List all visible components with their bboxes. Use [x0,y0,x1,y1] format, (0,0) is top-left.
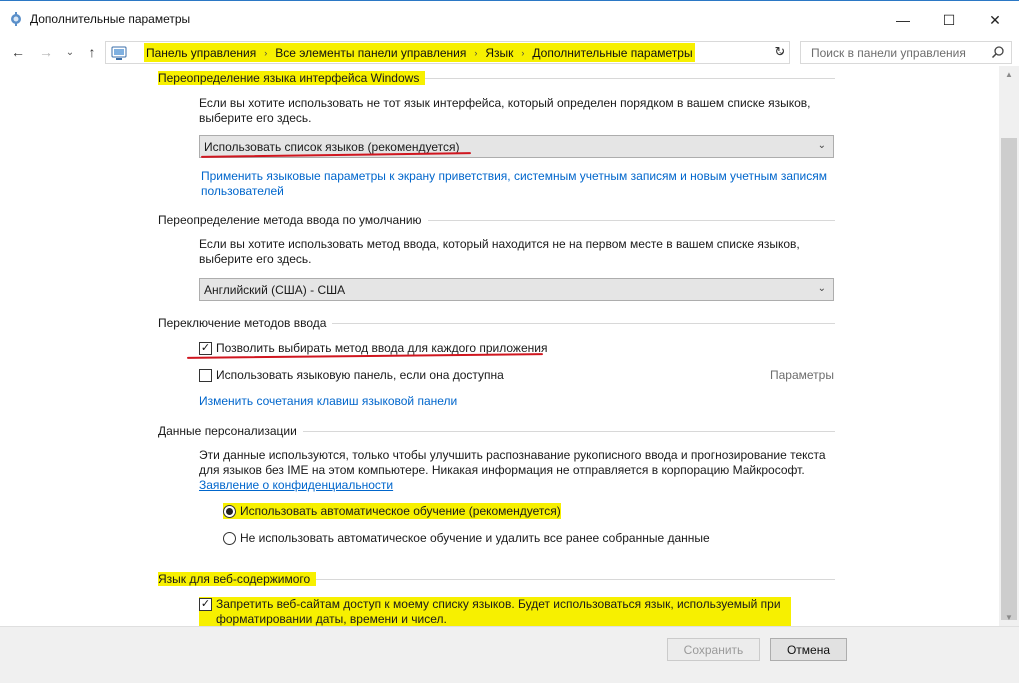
radio-label: Не использовать автоматическое обучение … [240,531,710,545]
checkbox-label: Запретить веб-сайтам доступ к моему спис… [216,597,781,626]
chevron-down-icon: ⌄ [817,283,826,294]
navigation-bar: ← → ⌄ ↑ Панель управления › Все элементы… [0,38,1019,66]
input-method-dropdown[interactable]: Английский (США) - США ⌄ [199,278,834,301]
section-divider [332,322,835,324]
recent-locations-button[interactable]: ⌄ [60,42,80,62]
checkbox-checked-icon[interactable]: ✓ [199,341,212,355]
cancel-button[interactable]: Отмена [770,638,847,661]
section-heading: Переопределение метода ввода по умолчани… [158,213,422,227]
section-divider [427,219,835,221]
settings-content: Переопределение языка интерфейса Windows… [0,66,999,627]
close-button[interactable]: ✕ [972,1,1018,39]
save-button[interactable]: Сохранить [667,638,760,661]
chevron-right-icon: › [474,47,478,58]
section-switching: Переключение методов ввода [158,315,835,331]
checkbox-unchecked-icon[interactable] [199,368,212,382]
search-box [800,41,1012,64]
scroll-up-icon[interactable]: ▲ [999,66,1019,83]
minimize-button[interactable]: — [880,1,926,39]
breadcrumb-advanced-settings[interactable]: Дополнительные параметры [530,45,694,61]
maximize-button[interactable]: ☐ [926,1,972,39]
breadcrumb-control-panel[interactable]: Панель управления [144,45,258,61]
input-method-description: Если вы хотите использовать метод ввода,… [199,237,800,266]
up-button[interactable]: ↑ [82,42,102,62]
section-divider [302,430,835,432]
breadcrumb-language[interactable]: Язык [483,45,515,61]
section-personalization: Данные персонализации [158,423,835,439]
chevron-down-icon: ⌄ [817,140,826,151]
control-panel-icon [111,46,127,60]
control-panel-icon [11,12,21,26]
block-web-language-checkbox[interactable]: ✓ Запретить веб-сайтам доступ к моему сп… [199,597,791,627]
chevron-right-icon: › [521,47,525,58]
section-input-method: Переопределение метода ввода по умолчани… [158,212,835,228]
section-heading: Переключение методов ввода [158,316,327,330]
window-title: Дополнительные параметры [30,12,191,26]
ui-language-description: Если вы хотите использовать не тот язык … [199,96,811,125]
forward-button[interactable]: → [36,42,56,62]
language-bar-options-link[interactable]: Параметры [770,368,834,382]
checkbox-checked-icon[interactable]: ✓ [199,598,212,611]
section-divider [316,578,835,580]
section-ui-language: Переопределение языка интерфейса Windows [158,70,835,86]
search-icon[interactable] [991,45,1005,59]
apply-settings-link[interactable]: Применить языковые параметры к экрану пр… [201,169,841,199]
no-auto-learning-radio[interactable]: Не использовать автоматическое обучение … [223,530,710,546]
search-input[interactable] [801,42,987,63]
scrollbar-thumb[interactable] [1001,138,1017,620]
radio-label: Использовать автоматическое обучение (ре… [240,504,561,518]
auto-learning-radio[interactable]: Использовать автоматическое обучение (ре… [223,503,561,519]
section-heading: Переопределение языка интерфейса Windows [158,71,426,85]
section-heading: Данные персонализации [158,424,297,438]
dialog-footer: Сохранить Отмена [0,626,1019,683]
change-hotkeys-link[interactable]: Изменить сочетания клавиш языковой панел… [199,394,457,409]
language-bar-checkbox[interactable]: Использовать языковую панель, если она д… [199,367,504,383]
radio-unselected-icon[interactable] [223,531,236,545]
privacy-statement-link[interactable]: Заявление о конфиденциальности [199,478,393,493]
section-web-content: Язык для веб-содержимого [158,571,835,587]
section-divider [425,77,835,79]
chevron-right-icon: › [264,47,268,58]
refresh-button[interactable]: ↻ [771,43,789,61]
scroll-down-icon[interactable]: ▼ [999,609,1019,626]
dropdown-value: Английский (США) - США [204,283,346,297]
title-bar: Дополнительные параметры — ☐ ✕ [0,0,1019,38]
back-button[interactable]: ← [8,42,28,62]
vertical-scrollbar[interactable]: ▲ ▼ [999,66,1019,626]
personalization-description: Эти данные используются, только чтобы ул… [199,448,826,477]
section-heading: Язык для веб-содержимого [158,572,317,586]
address-bar[interactable]: Панель управления › Все элементы панели … [105,41,790,64]
radio-selected-icon[interactable] [223,504,236,518]
breadcrumb: Панель управления › Все элементы панели … [144,43,695,62]
checkbox-label: Использовать языковую панель, если она д… [216,368,504,382]
breadcrumb-all-items[interactable]: Все элементы панели управления [273,45,468,61]
